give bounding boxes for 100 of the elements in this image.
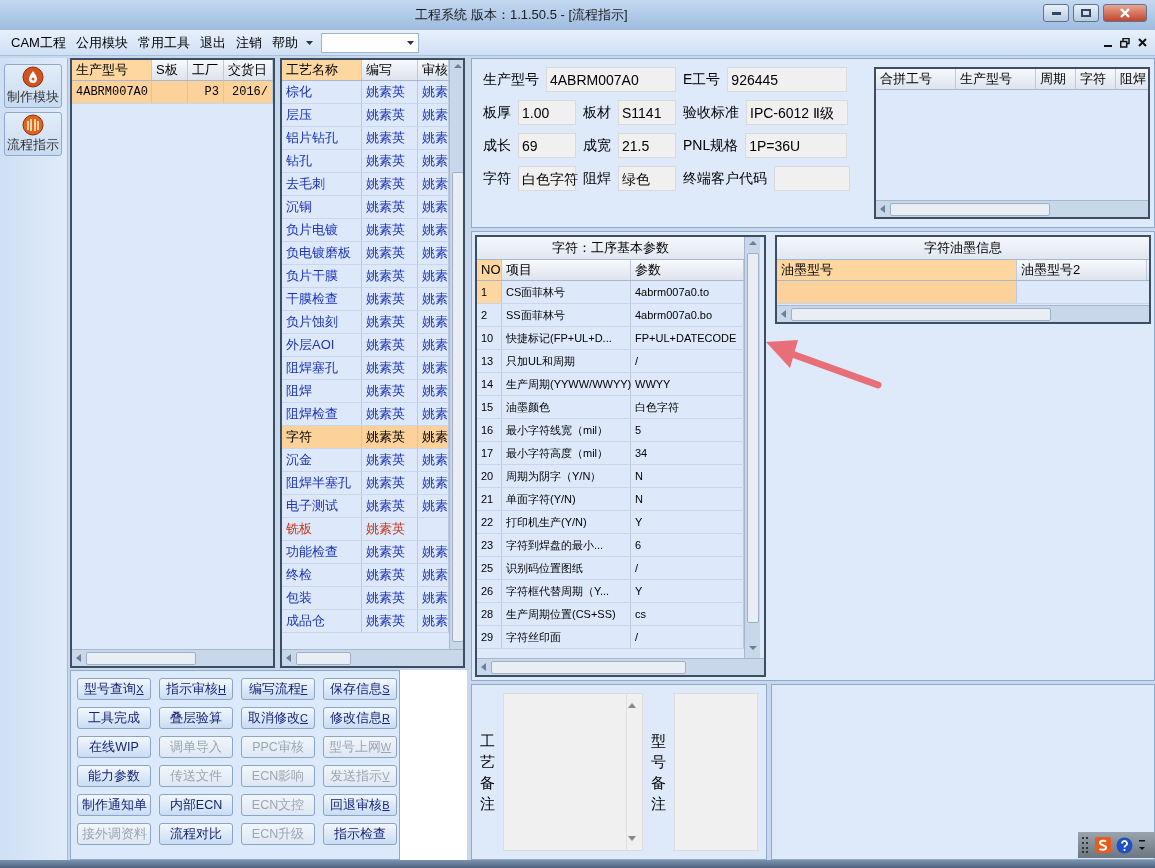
column-header[interactable]: 字符 — [1076, 69, 1116, 89]
scrollbar[interactable] — [777, 305, 1149, 322]
text-field[interactable]: S1141 — [618, 100, 676, 125]
table-row[interactable]: 棕化 姚素英 姚素 — [282, 81, 449, 104]
scrollbar[interactable] — [449, 60, 463, 649]
column-header[interactable]: S板 — [152, 60, 188, 80]
scrollbar[interactable] — [477, 658, 764, 675]
table-row[interactable]: 去毛刺 姚素英 姚素 — [282, 173, 449, 196]
table-row[interactable]: 28 生产周期位置(CS+SS) cs — [477, 603, 744, 626]
column-header[interactable]: 合拼工号 — [876, 69, 956, 89]
column-header[interactable]: 项目 — [502, 260, 631, 280]
action-button[interactable]: 指示审核H — [159, 678, 233, 700]
scrollbar[interactable] — [72, 649, 273, 666]
table-cell[interactable] — [777, 281, 1017, 303]
table-row[interactable]: 沉金 姚素英 姚素 — [282, 449, 449, 472]
text-field[interactable] — [774, 166, 850, 191]
help-icon[interactable] — [1116, 836, 1133, 854]
text-field[interactable]: 1.00 — [518, 100, 576, 125]
table-row[interactable]: 负片干膜 姚素英 姚素 — [282, 265, 449, 288]
table-row[interactable]: 负片电镀 姚素英 姚素 — [282, 219, 449, 242]
table-row[interactable]: 钻孔 姚素英 姚素 — [282, 150, 449, 173]
table-row[interactable]: 17 最小字符高度（mil） 34 — [477, 442, 744, 465]
table-row[interactable]: 成品仓 姚素英 姚素 — [282, 610, 449, 633]
table-row[interactable]: 阻焊 姚素英 姚素 — [282, 380, 449, 403]
dropdown-arrow-icon[interactable] — [305, 40, 313, 45]
table-row[interactable]: 外层AOI 姚素英 姚素 — [282, 334, 449, 357]
nav-button[interactable]: 流程指示 — [4, 112, 62, 156]
action-button[interactable]: 在线WIP — [77, 736, 151, 758]
column-header[interactable]: NO — [477, 260, 502, 280]
table-row[interactable]: 26 字符框代替周期（Y... Y — [477, 580, 744, 603]
table-row[interactable]: 包装 姚素英 姚素 — [282, 587, 449, 610]
text-field[interactable]: 1P=36U — [745, 133, 848, 158]
restore-icon[interactable] — [1120, 37, 1130, 48]
text-field[interactable]: 4ABRM007A0 — [546, 67, 676, 92]
nav-button[interactable]: 制作模块 — [4, 64, 62, 108]
column-header[interactable]: 交货日 — [224, 60, 273, 80]
table-row[interactable]: 21 单面字符(Y/N) N — [477, 488, 744, 511]
table-row[interactable]: 2 SS面菲林号 4abrm007a0.bo — [477, 304, 744, 327]
action-button[interactable]: 回退审核B — [323, 794, 397, 816]
table-row[interactable]: 阻焊塞孔 姚素英 姚素 — [282, 357, 449, 380]
action-button[interactable]: 工具完成 — [77, 707, 151, 729]
maximize-button[interactable] — [1073, 4, 1099, 22]
menu-item[interactable]: 注销 — [230, 29, 267, 56]
combo-box[interactable] — [320, 32, 419, 53]
action-button[interactable]: 取消修改C — [241, 707, 315, 729]
scrollbar[interactable] — [876, 200, 1148, 217]
action-button[interactable]: 能力参数 — [77, 765, 151, 787]
action-button[interactable]: 内部ECN — [159, 794, 233, 816]
table-row[interactable]: 10 快捷标记(FP+UL+D... FP+UL+DATECODE — [477, 327, 744, 350]
table-row[interactable]: 29 字符丝印面 / — [477, 626, 744, 649]
table-row[interactable]: 负电镀磨板 姚素英 姚素 — [282, 242, 449, 265]
table-row[interactable]: 功能检查 姚素英 姚素 — [282, 541, 449, 564]
text-field[interactable]: IPC-6012 Ⅱ级 — [746, 100, 848, 125]
text-field[interactable]: 926445 — [727, 67, 848, 92]
table-row[interactable]: 字符 姚素英 姚素 — [282, 426, 449, 449]
table-row[interactable]: 层压 姚素英 姚素 — [282, 104, 449, 127]
column-header[interactable]: 油墨型号 — [777, 260, 1017, 280]
table-row[interactable]: 负片蚀刻 姚素英 姚素 — [282, 311, 449, 334]
action-button[interactable]: 型号查询X — [77, 678, 151, 700]
column-header[interactable]: 油墨型号2 — [1017, 260, 1147, 280]
table-row[interactable]: 20 周期为阴字（Y/N） N — [477, 465, 744, 488]
text-field[interactable]: 69 — [518, 133, 576, 158]
remark-field[interactable] — [674, 693, 758, 851]
table-row[interactable]: 电子测试 姚素英 姚素 — [282, 495, 449, 518]
table-row[interactable]: 铝片钻孔 姚素英 姚素 — [282, 127, 449, 150]
arrow-down-icon[interactable] — [627, 836, 637, 842]
remark-field[interactable] — [503, 693, 643, 851]
column-header[interactable]: 工厂 — [188, 60, 224, 80]
table-row[interactable]: 干膜检查 姚素英 姚素 — [282, 288, 449, 311]
logo-icon[interactable] — [1095, 837, 1111, 853]
scrollbar[interactable] — [744, 237, 760, 658]
table-row[interactable]: 阻焊半塞孔 姚素英 姚素 — [282, 472, 449, 495]
text-field[interactable]: 21.5 — [618, 133, 676, 158]
table-row[interactable]: 13 只加UL和周期 / — [477, 350, 744, 373]
arrow-up-icon[interactable] — [627, 702, 637, 708]
table-row[interactable]: 23 字符到焊盘的最小... 6 — [477, 534, 744, 557]
column-header[interactable]: 工艺名称 — [282, 60, 362, 80]
table-row[interactable]: 25 识别码位置图纸 / — [477, 557, 744, 580]
table-row[interactable]: 4ABRM007A0 P3 2016/ — [72, 81, 273, 104]
action-button[interactable]: 流程对比 — [159, 823, 233, 845]
table-row[interactable]: 1 CS面菲林号 4abrm007a0.to — [477, 281, 744, 304]
menu-item[interactable]: CAM工程 — [6, 29, 71, 56]
menu-item[interactable]: 常用工具 — [132, 29, 195, 56]
action-button[interactable]: 指示检查 — [323, 823, 397, 845]
table-row[interactable]: 铣板 姚素英 — [282, 518, 449, 541]
minimize-button[interactable] — [1043, 4, 1069, 22]
action-button[interactable]: 修改信息R — [323, 707, 397, 729]
scrollbar[interactable] — [282, 649, 463, 666]
table-row[interactable]: 15 油墨颜色 白色字符 — [477, 396, 744, 419]
menu-item[interactable]: 退出 — [194, 29, 231, 56]
table-row[interactable]: 22 打印机生产(Y/N) Y — [477, 511, 744, 534]
menu-item[interactable]: 帮助 — [266, 29, 303, 56]
column-header[interactable]: 编写 — [362, 60, 418, 80]
column-header[interactable]: 生产型号 — [956, 69, 1036, 89]
close-icon[interactable] — [1138, 38, 1147, 47]
action-button[interactable]: 制作通知单 — [77, 794, 151, 816]
text-field[interactable]: 绿色 — [618, 166, 676, 191]
collapse-icon[interactable] — [1138, 838, 1146, 852]
table-row[interactable]: 16 最小字符线宽（mil） 5 — [477, 419, 744, 442]
column-header[interactable]: 生产型号 — [72, 60, 152, 80]
